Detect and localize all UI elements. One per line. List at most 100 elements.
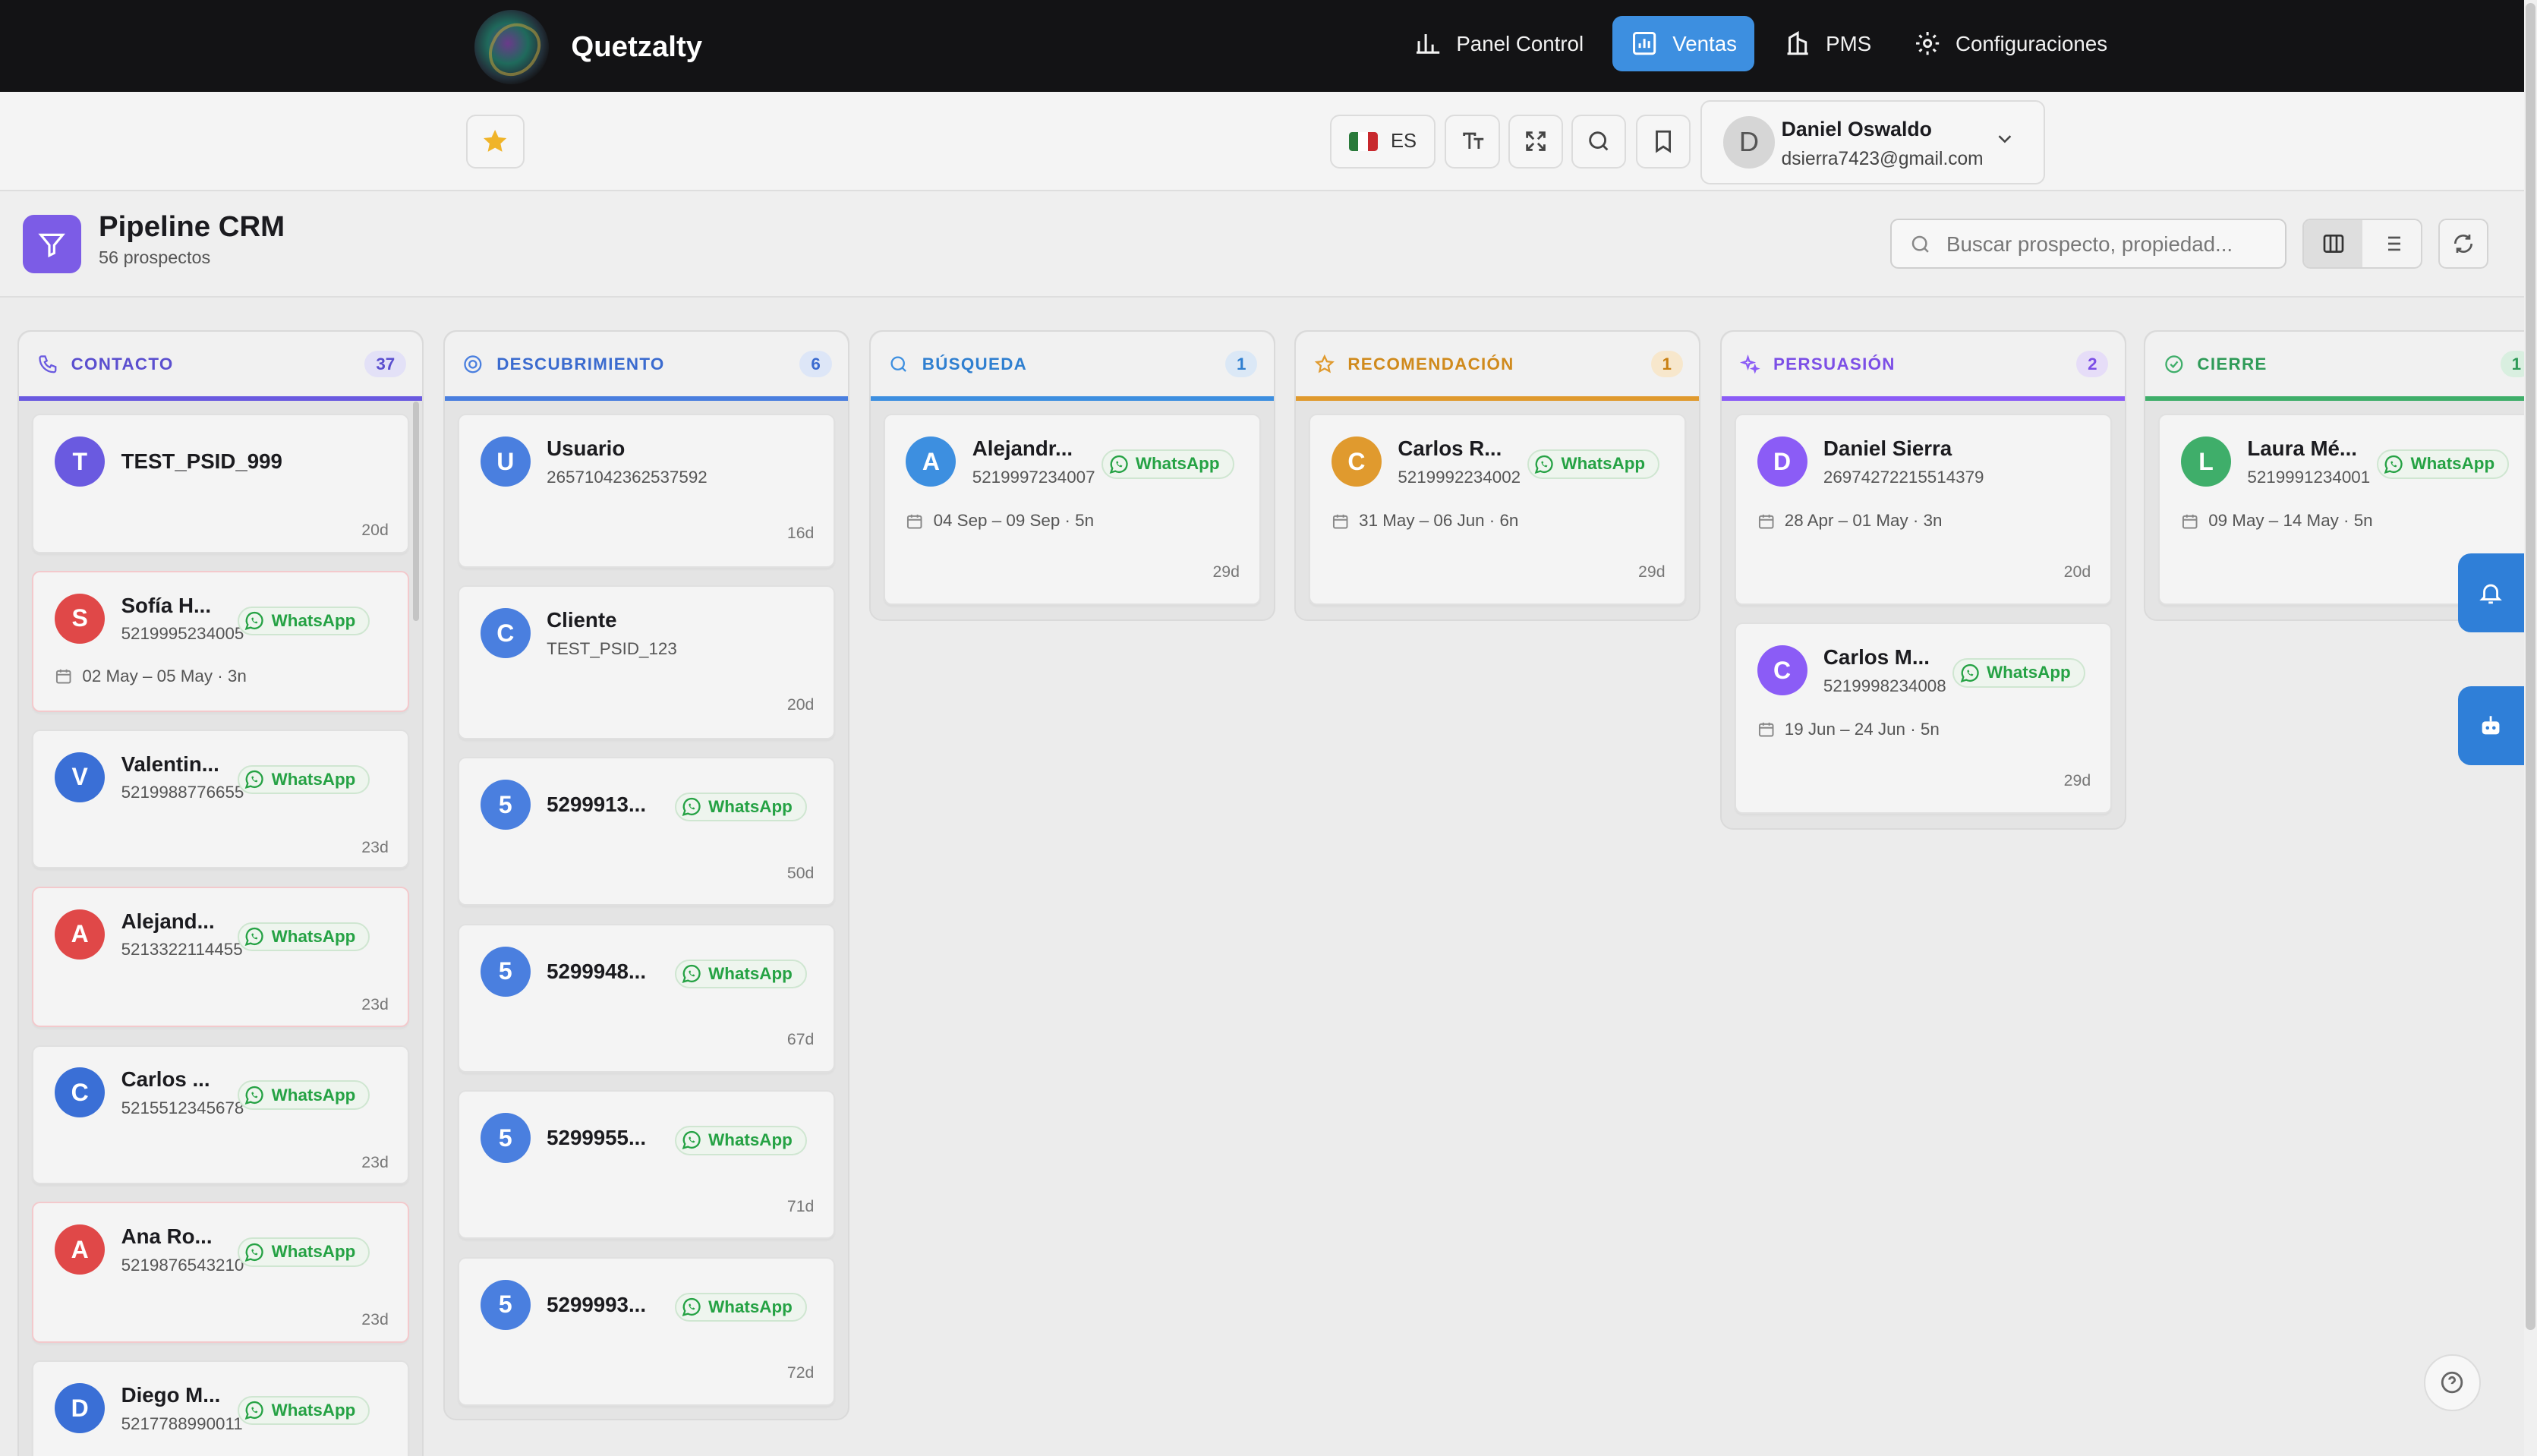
bookmarks-button[interactable]: [1635, 115, 1691, 169]
prospect-name: Carlos ...: [121, 1067, 210, 1092]
column-descubrimiento: DESCUBRIMIENTO 6 U Usuario 2657104236253…: [443, 329, 850, 1421]
prospect-card[interactable]: S Sofía H... 5219995234005 WhatsApp 02 M…: [32, 571, 410, 712]
whatsapp-badge[interactable]: WhatsApp: [1952, 658, 2085, 688]
whatsapp-badge[interactable]: WhatsApp: [238, 606, 370, 636]
dates-label: 02 May – 05 May · 3n: [82, 666, 247, 685]
column-contacto: CONTACTO 37 T TEST_PSID_999 20d S Sofía …: [17, 329, 424, 1456]
column-scrollbar[interactable]: [412, 401, 420, 622]
fullscreen-button[interactable]: [1508, 115, 1564, 169]
view-toggle: [2302, 218, 2422, 269]
prospect-name: Usuario: [547, 436, 626, 461]
prospect-name: Cliente: [547, 608, 617, 632]
whatsapp-badge[interactable]: WhatsApp: [1527, 449, 1660, 479]
favorites-button[interactable]: [465, 115, 525, 169]
prospect-card[interactable]: C Carlos M... 5219998234008 WhatsApp 19 …: [1734, 622, 2112, 814]
whatsapp-badge[interactable]: WhatsApp: [238, 1237, 370, 1267]
prospect-card[interactable]: T TEST_PSID_999 20d: [32, 414, 410, 553]
assistant-bot-button[interactable]: [2457, 685, 2525, 766]
stay-dates: 31 May – 06 Jun · 6n: [1332, 511, 1518, 531]
whatsapp-badge[interactable]: WhatsApp: [1101, 449, 1234, 479]
avatar: 5: [480, 1279, 531, 1330]
column-recomendacion: RECOMENDACIÓN 1 C Carlos R... 5219992234…: [1294, 329, 1701, 622]
whatsapp-icon: [2384, 455, 2403, 474]
whatsapp-label: WhatsApp: [271, 611, 356, 631]
whatsapp-badge[interactable]: WhatsApp: [674, 1292, 807, 1322]
column-header[interactable]: CONTACTO 37: [19, 331, 423, 402]
star-icon: [484, 130, 507, 153]
column-count: 1: [1225, 351, 1258, 377]
star-icon: [1314, 354, 1335, 373]
help-button[interactable]: [2423, 1354, 2481, 1411]
whatsapp-badge[interactable]: WhatsApp: [238, 1080, 370, 1110]
search-icon: [1589, 131, 1609, 151]
calendar-icon: [1758, 514, 1774, 528]
scrollbar-thumb[interactable]: [2526, 3, 2536, 1331]
calendar-icon: [1332, 514, 1348, 528]
search-input[interactable]: [1946, 228, 2271, 261]
whatsapp-badge[interactable]: WhatsApp: [238, 922, 370, 951]
kanban-view-button[interactable]: [2304, 219, 2362, 267]
column-header[interactable]: BÚSQUEDA 1: [870, 331, 1274, 402]
whatsapp-icon: [245, 927, 264, 946]
prospect-card[interactable]: C Carlos R... 5219992234002 WhatsApp 31 …: [1309, 414, 1687, 605]
prospect-id: TEST_PSID_123: [547, 638, 677, 658]
whatsapp-badge[interactable]: WhatsApp: [674, 959, 807, 988]
prospect-card[interactable]: D Daniel Sierra 26974272215514379 28 Apr…: [1734, 414, 2112, 605]
prospect-card[interactable]: 5 5299913... WhatsApp 50d: [458, 757, 835, 906]
prospect-id: 26571042362537592: [547, 467, 708, 487]
card-age: 29d: [1212, 563, 1240, 581]
prospect-name: Alejand...: [121, 909, 215, 933]
nav-panel-control[interactable]: Panel Control: [1401, 16, 1596, 71]
column-header[interactable]: DESCUBRIMIENTO 6: [445, 331, 849, 402]
avatar: C: [480, 608, 531, 659]
prospect-card[interactable]: D Diego M... 5217788990011 WhatsApp: [32, 1360, 410, 1456]
prospect-card[interactable]: 5 5299993... WhatsApp 72d: [458, 1256, 835, 1407]
dates-label: 19 Jun – 24 Jun · 5n: [1784, 720, 1940, 739]
prospect-card[interactable]: A Alejand... 5213322114455 WhatsApp 23d: [32, 886, 410, 1028]
column-header[interactable]: CIERRE 1: [2145, 331, 2525, 402]
prospect-card[interactable]: A Ana Ro... 5219876543210 WhatsApp 23d: [32, 1202, 410, 1343]
stay-dates: 19 Jun – 24 Jun · 5n: [1757, 720, 1940, 739]
prospect-card[interactable]: V Valentin... 5219988776655 WhatsApp 23d: [32, 730, 410, 869]
whatsapp-badge[interactable]: WhatsApp: [674, 793, 807, 822]
nav-configuraciones[interactable]: Configuraciones: [1901, 16, 2121, 71]
columns-icon: [2323, 234, 2343, 253]
nav-ventas[interactable]: Ventas: [1612, 16, 1755, 71]
notifications-button[interactable]: [2457, 553, 2525, 633]
prospect-card[interactable]: 5 5299948... WhatsApp 67d: [458, 923, 835, 1073]
page-scrollbar[interactable]: [2524, 0, 2537, 1456]
expand-icon: [1525, 131, 1546, 152]
language-selector[interactable]: ES: [1330, 115, 1436, 169]
user-menu[interactable]: D Daniel Oswaldo dsierra7423@gmail.com: [1700, 100, 2046, 184]
calendar-icon: [907, 514, 922, 528]
app-name: Quetzalty: [571, 30, 703, 63]
prospect-card[interactable]: A Alejandr... 5219997234007 WhatsApp 04 …: [883, 414, 1261, 605]
avatar: A: [55, 1224, 106, 1275]
column-header[interactable]: RECOMENDACIÓN 1: [1296, 331, 1700, 402]
avatar: 5: [480, 946, 531, 997]
stay-dates: 09 May – 14 May · 5n: [2181, 511, 2373, 531]
column-header[interactable]: PERSUASIÓN 2: [1721, 331, 2125, 402]
prospect-card[interactable]: C Carlos ... 5215512345678 WhatsApp 23d: [32, 1045, 410, 1184]
prospect-card[interactable]: U Usuario 26571042362537592 16d: [458, 414, 835, 568]
whatsapp-label: WhatsApp: [1987, 663, 2071, 682]
nav-pms[interactable]: PMS: [1771, 16, 1885, 71]
whatsapp-badge[interactable]: WhatsApp: [238, 1396, 370, 1426]
whatsapp-badge[interactable]: WhatsApp: [2376, 449, 2510, 479]
global-search-button[interactable]: [1571, 115, 1627, 169]
list-view-button[interactable]: [2362, 220, 2421, 267]
prospect-card[interactable]: 5 5299955... WhatsApp 71d: [458, 1090, 835, 1240]
bell-icon: [2479, 584, 2503, 604]
search-icon: [890, 356, 906, 372]
font-size-button[interactable]: [1445, 115, 1500, 169]
avatar: D: [1757, 436, 1807, 487]
whatsapp-badge[interactable]: WhatsApp: [674, 1126, 807, 1155]
language-code: ES: [1391, 130, 1417, 152]
avatar: C: [1757, 645, 1807, 696]
prospect-card[interactable]: C Cliente TEST_PSID_123 20d: [458, 585, 835, 739]
brand[interactable]: Quetzalty: [474, 9, 703, 84]
card-age: 71d: [786, 1196, 815, 1215]
refresh-button[interactable]: [2438, 218, 2489, 269]
whatsapp-badge[interactable]: WhatsApp: [238, 764, 370, 795]
card-age: 20d: [786, 695, 815, 714]
